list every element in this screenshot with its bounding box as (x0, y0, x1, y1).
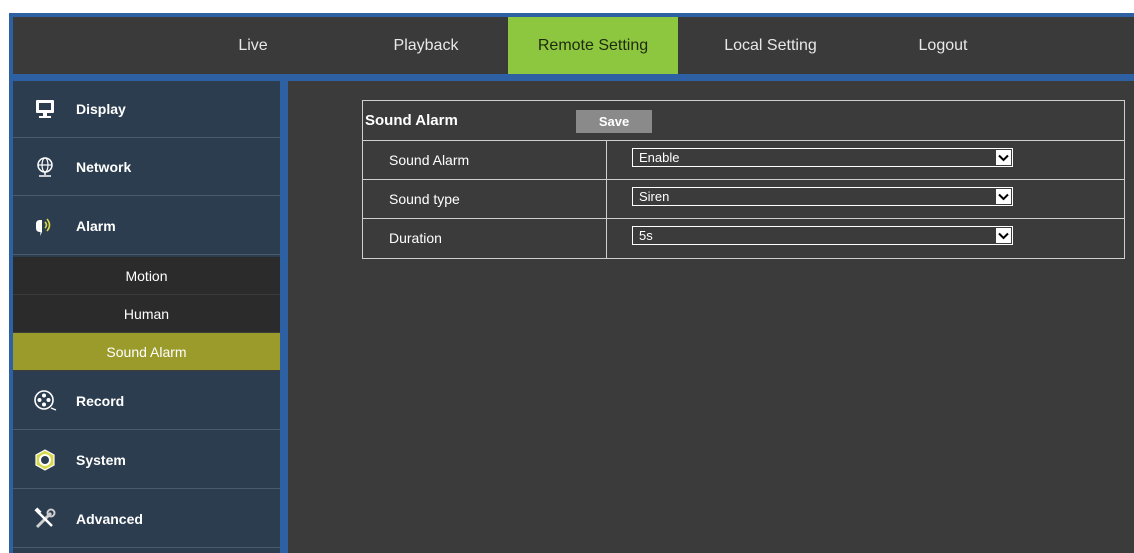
sidebar-item-label: Network (76, 159, 132, 175)
sidebar-item-label: Advanced (76, 511, 143, 527)
sidebar: Display Network Alarm Motion Human Sound… (13, 81, 280, 553)
hex-nut-icon (33, 448, 57, 472)
setting-label: Sound type (389, 191, 460, 207)
nav-logout[interactable]: Logout (893, 17, 993, 74)
select-value: 5s (639, 228, 653, 243)
film-reel-icon (33, 389, 57, 413)
sidebar-item-system[interactable]: System (13, 432, 280, 489)
sidebar-item-display[interactable]: Display (13, 81, 280, 138)
panel-title: Sound Alarm (365, 112, 458, 129)
setting-row-sound-alarm: Sound Alarm Enable (363, 141, 1124, 180)
chevron-down-icon (996, 150, 1011, 165)
nav-playback[interactable]: Playback (371, 17, 481, 74)
row-divider (606, 180, 607, 218)
sidebar-item-advanced[interactable]: Advanced (13, 491, 280, 548)
top-nav-bar: Live Playback Remote Setting Local Setti… (13, 17, 1134, 74)
sound-alarm-select[interactable]: Enable (632, 148, 1013, 167)
sidebar-item-label: System (76, 452, 126, 468)
save-button[interactable]: Save (576, 110, 652, 133)
alarm-speaker-icon (33, 214, 57, 238)
setting-label: Sound Alarm (389, 152, 470, 168)
setting-row-sound-type: Sound type Siren (363, 180, 1124, 219)
sidebar-item-network[interactable]: Network (13, 139, 280, 196)
sidebar-item-record[interactable]: Record (13, 373, 280, 430)
panel-header: Sound Alarm Save (363, 101, 1124, 141)
duration-select[interactable]: 5s (632, 226, 1013, 245)
chevron-down-icon (996, 189, 1011, 204)
select-value: Siren (639, 189, 670, 204)
monitor-icon (33, 97, 57, 121)
setting-label: Duration (389, 230, 442, 246)
nav-live[interactable]: Live (198, 17, 308, 74)
sidebar-subitem-motion[interactable]: Motion (13, 257, 280, 295)
sidebar-item-alarm[interactable]: Alarm (13, 198, 280, 255)
sidebar-item-label: Display (76, 101, 126, 117)
row-divider (606, 141, 607, 179)
chevron-down-icon (996, 228, 1011, 243)
sidebar-subitem-sound-alarm[interactable]: Sound Alarm (13, 333, 280, 371)
globe-network-icon (33, 155, 57, 179)
sound-alarm-panel: Sound Alarm Save Sound Alarm Enable Soun… (362, 100, 1125, 259)
nav-remote-setting[interactable]: Remote Setting (508, 17, 678, 74)
sound-type-select[interactable]: Siren (632, 187, 1013, 206)
nav-local-setting[interactable]: Local Setting (703, 17, 838, 74)
select-value: Enable (639, 150, 680, 165)
sidebar-item-label: Record (76, 393, 125, 409)
row-divider (606, 219, 607, 258)
sidebar-item-label: Alarm (76, 218, 116, 234)
sidebar-subitem-human[interactable]: Human (13, 295, 280, 333)
setting-row-duration: Duration 5s (363, 219, 1124, 258)
tools-icon (33, 507, 57, 531)
